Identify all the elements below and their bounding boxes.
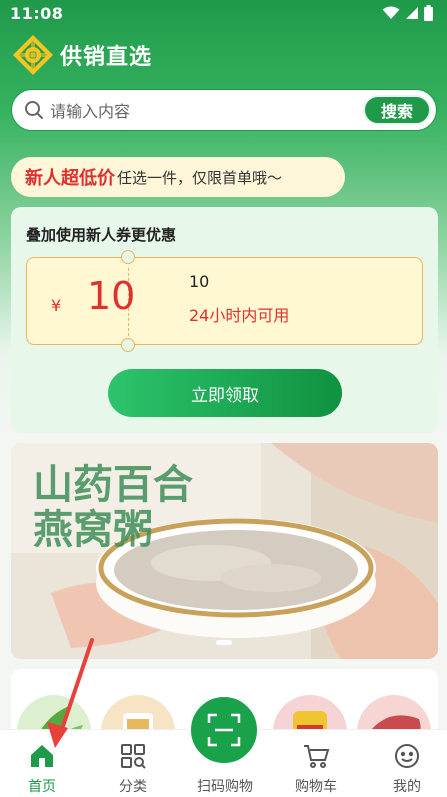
tutorial-arrow: [47, 638, 94, 748]
